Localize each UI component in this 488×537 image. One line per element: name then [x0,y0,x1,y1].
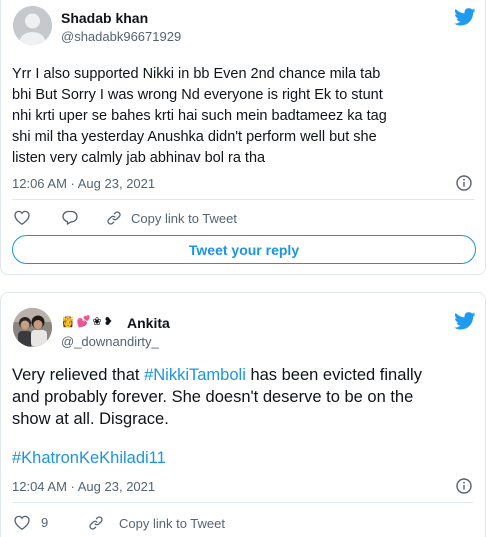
tweet-card-2: 👸 💕 ❀ ❥ Ankita @_downandirty_ Very relie… [0,292,486,537]
heart-icon [14,210,30,225]
copy-link-label: Copy link to Tweet [131,210,237,226]
tweet-text: has been evicted finally [245,366,422,384]
divider [12,502,474,503]
tweet-timestamp[interactable]: 12:06 AM · Aug 23, 2021 [12,176,155,191]
hearts-emoji: 💕 [76,316,91,328]
princess-emoji: 👸 [61,316,75,328]
info-icon[interactable] [456,175,472,191]
link-icon [107,211,121,225]
tweet-line: Very relieved that #NikkiTamboli has bee… [12,364,422,386]
avatar[interactable] [13,6,52,45]
tweet-text: Very relieved that [12,366,145,384]
heart-icon [14,515,30,530]
reply-icon-button[interactable] [62,210,78,225]
copy-link-button[interactable]: Copy link to Tweet [88,515,225,531]
tweet-card-1: Shadab khan @shadabk96671929 Yrr I also … [0,0,486,275]
twitter-bird-icon[interactable] [454,8,476,26]
divider [12,199,474,200]
hashtag-link-nikkitamboli[interactable]: #NikkiTamboli [144,366,246,384]
tweet-your-reply-button[interactable]: Tweet your reply [12,235,476,264]
default-avatar-icon [13,6,52,45]
tweet-line: Yrr I also supported Nikki in bb Even 2n… [12,66,381,82]
tweet-timestamp[interactable]: 12:04 AM · Aug 23, 2021 [12,479,155,494]
tweet-line: bhi But Sorry I was wrong Nd everyone is… [12,87,383,103]
tweet-line: and probably forever. She doesn't deserv… [12,388,414,406]
like-button[interactable]: 9 [14,515,48,530]
link-icon [89,516,103,530]
avatar[interactable] [13,308,52,347]
comment-icon [62,210,78,225]
tweet-line: shi mil tha yesterday Anushka didn't per… [12,129,377,145]
tweet-line: listen very calmly jab abhinav bol ra th… [12,150,266,166]
author-handle[interactable]: @shadabk96671929 [61,29,181,44]
author-name[interactable]: Ankita [127,315,170,331]
like-button[interactable] [14,210,30,225]
copy-link-label: Copy link to Tweet [119,515,225,531]
twitter-bird-icon[interactable] [454,312,476,330]
copy-link-button[interactable]: Copy link to Tweet [106,210,237,226]
info-icon[interactable] [456,478,472,494]
heart-arrow-emoji: ❥ [103,316,113,328]
flower-emoji: ❀ [92,316,102,328]
hashtag-link-khatronkekhiladi11[interactable]: #KhatronKeKhiladi11 [12,447,166,469]
tweet-line: show at all. Disgrace. [12,410,169,428]
profile-photo-icon [13,308,52,347]
like-count: 9 [41,515,49,530]
author-handle[interactable]: @_downandirty_ [61,334,159,349]
author-name[interactable]: Shadab khan [61,10,148,26]
name-emojis: 👸 💕 ❀ ❥ [61,315,113,328]
tweet-line: nhi krti uper se bahes krti hai such mei… [12,108,387,124]
